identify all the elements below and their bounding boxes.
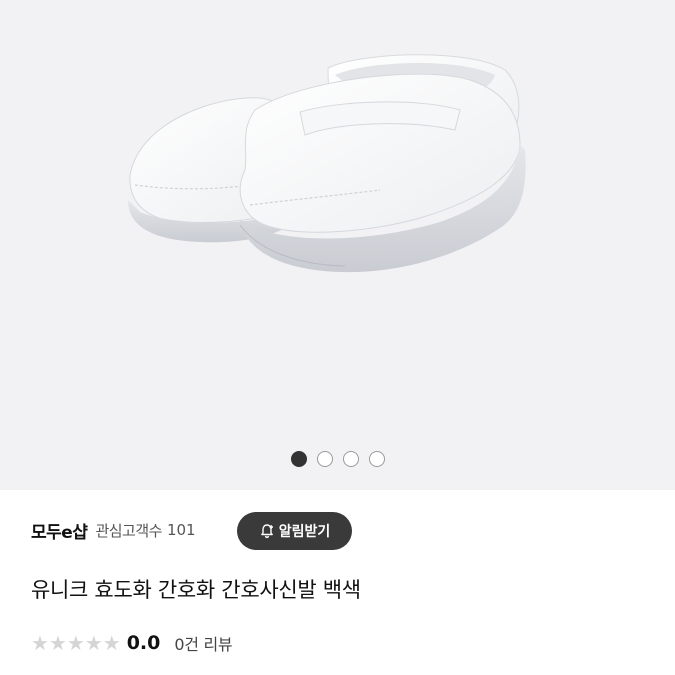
pagination-dot-3[interactable] (342, 451, 359, 467)
star-icon: ★ (84, 631, 103, 655)
product-image (128, 54, 526, 273)
gallery-pagination (0, 450, 675, 468)
product-image-gallery[interactable] (0, 0, 675, 490)
rating-row[interactable]: ★ ★ ★ ★ ★ 0.0 0건 리뷰 (31, 630, 233, 656)
fan-count-label: 관심고객수 (95, 521, 162, 540)
bell-plus-icon (260, 524, 273, 539)
seller-name[interactable]: 모두e샵 (31, 518, 88, 543)
pagination-dot-4[interactable] (368, 451, 385, 467)
notify-button-label: 알림받기 (278, 523, 331, 539)
product-info: 모두e샵 관심고객수 101 알림받기 유니크 효도화 간호화 간호사신발 백색… (0, 490, 675, 675)
star-icon: ★ (48, 631, 67, 655)
pagination-dot-1[interactable] (290, 451, 307, 467)
star-icon: ★ (102, 631, 121, 655)
star-rating: ★ ★ ★ ★ ★ (31, 633, 121, 653)
seller-row: 모두e샵 관심고객수 101 (31, 508, 196, 552)
fan-count-value: 101 (166, 521, 196, 539)
rating-value: 0.0 (126, 632, 161, 654)
star-icon: ★ (66, 631, 85, 655)
notify-button[interactable]: 알림받기 (237, 512, 352, 550)
product-title: 유니크 효도화 간호화 간호사신발 백색 (31, 578, 361, 602)
review-count-link[interactable]: 0건 리뷰 (174, 631, 232, 655)
pagination-dot-2[interactable] (316, 451, 333, 467)
star-icon: ★ (31, 631, 49, 655)
